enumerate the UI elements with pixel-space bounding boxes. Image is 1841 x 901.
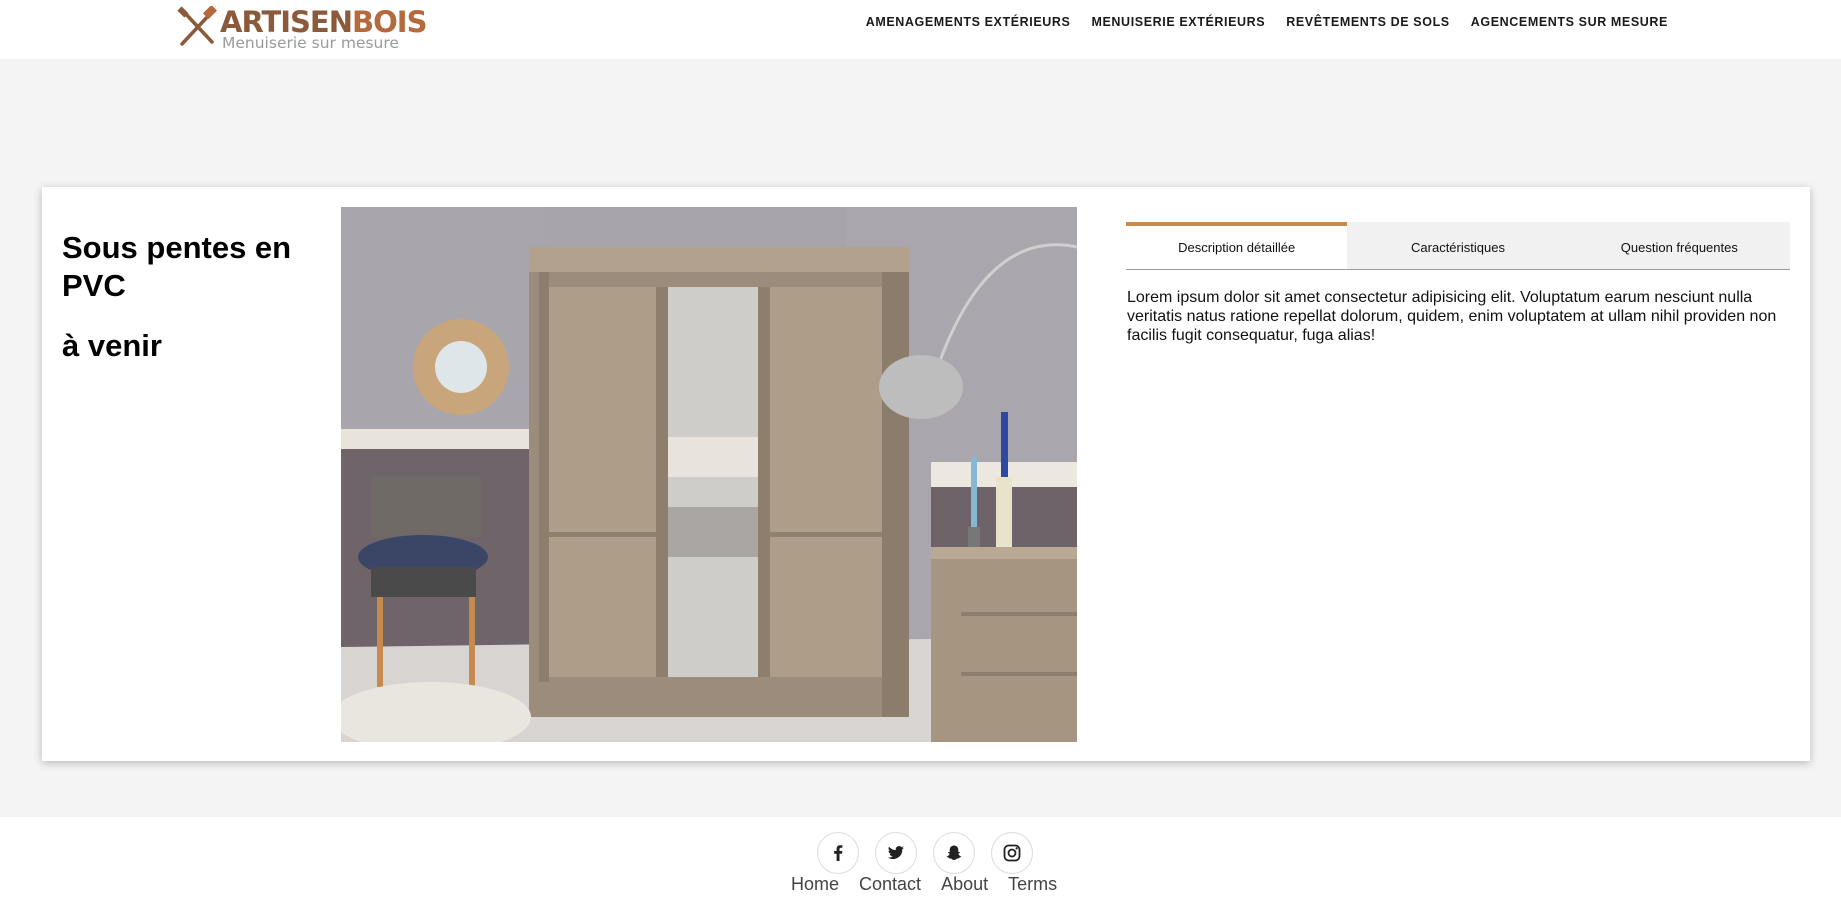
- wardrobe-bedroom-image: [341, 207, 1077, 742]
- facebook-button[interactable]: [817, 832, 859, 874]
- tab-caracteristiques[interactable]: Caractéristiques: [1347, 222, 1569, 269]
- logo-tagline: Menuiserie sur mesure: [222, 34, 399, 52]
- footer-link-about[interactable]: About: [941, 873, 988, 895]
- nav-item-agencements-sur-mesure[interactable]: AGENCEMENTS SUR MESURE: [1471, 14, 1668, 30]
- instagram-icon: [1003, 844, 1021, 862]
- nav-item-revetements-de-sols[interactable]: REVÊTEMENTS DE SOLS: [1286, 14, 1450, 30]
- snapchat-button[interactable]: [933, 832, 975, 874]
- nav-item-amenagements-exterieurs[interactable]: AMENAGEMENTS EXTÉRIEURS: [866, 14, 1071, 30]
- product-photo: [341, 207, 1077, 742]
- tab-description[interactable]: Description détaillée: [1126, 222, 1348, 269]
- site-footer: Home Contact About Terms: [0, 817, 1841, 901]
- footer-links: Home Contact About Terms: [791, 873, 1057, 895]
- twitter-button[interactable]: [875, 832, 917, 874]
- product-card: Sous pentes en PVC à venir Description d…: [42, 187, 1810, 761]
- social-links: [817, 832, 1033, 874]
- site-logo[interactable]: ARTISENBOIS Menuiserie sur mesure: [176, 6, 427, 52]
- footer-link-terms[interactable]: Terms: [1008, 873, 1057, 895]
- site-header: ARTISENBOIS Menuiserie sur mesure AMENAG…: [0, 0, 1841, 59]
- footer-link-home[interactable]: Home: [791, 873, 839, 895]
- product-description: Lorem ipsum dolor sit amet consectetur a…: [1127, 289, 1777, 344]
- product-tabs: Description détaillée Caractéristiques Q…: [1126, 222, 1790, 270]
- facebook-icon: [834, 845, 843, 861]
- twitter-icon: [888, 846, 904, 860]
- main-nav: AMENAGEMENTS EXTÉRIEURS MENUISERIE EXTÉR…: [866, 14, 1668, 30]
- snapchat-icon: [946, 845, 962, 860]
- hammer-chisel-icon: [177, 6, 218, 46]
- nav-item-menuiserie-exterieurs[interactable]: MENUISERIE EXTÉRIEURS: [1091, 14, 1265, 30]
- product-title: Sous pentes en PVC: [62, 230, 292, 303]
- instagram-button[interactable]: [991, 832, 1033, 874]
- tab-questions[interactable]: Question fréquentes: [1568, 222, 1790, 269]
- footer-link-contact[interactable]: Contact: [859, 873, 921, 895]
- product-subtitle: à venir: [62, 328, 162, 363]
